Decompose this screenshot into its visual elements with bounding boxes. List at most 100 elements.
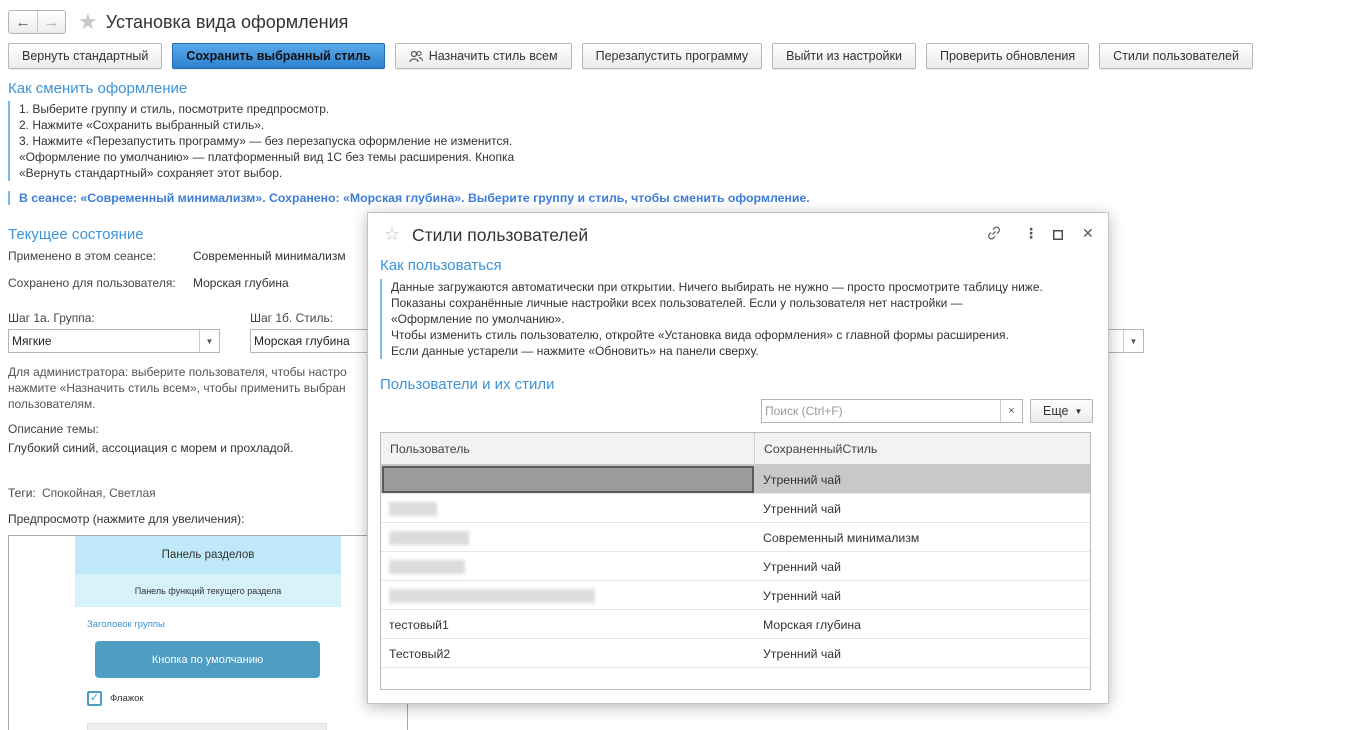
admin-note-line: нажмите «Назначить стиль всем», чтобы пр…: [8, 381, 346, 395]
save-style-label: Сохранить выбранный стиль: [186, 49, 371, 63]
theme-preview[interactable]: Панель разделов Панель функций текущего …: [8, 535, 408, 730]
redacted-user-name: [389, 530, 469, 545]
dialog-howto-line: Чтобы изменить стиль пользователю, откро…: [391, 328, 1009, 342]
dialog-title: Стили пользователей: [412, 225, 589, 245]
link-icon[interactable]: [986, 225, 1002, 244]
style-label: Шаг 1б. Стиль:: [250, 311, 334, 325]
howto-heading[interactable]: Как сменить оформление: [8, 80, 187, 97]
save-style-button[interactable]: Сохранить выбранный стиль: [172, 43, 385, 69]
chevron-down-icon: ▼: [1074, 406, 1083, 416]
style-cell[interactable]: Утренний чай: [755, 581, 841, 610]
forward-button[interactable]: →: [37, 11, 65, 33]
maximize-icon[interactable]: [1053, 227, 1063, 243]
check-updates-label: Проверить обновления: [939, 49, 1076, 63]
style-cell[interactable]: Морская глубина: [755, 610, 861, 639]
back-arrow-icon: ←: [15, 13, 31, 31]
more-actions-button[interactable]: Еще ▼: [1030, 399, 1094, 423]
redacted-user-name: [389, 559, 465, 574]
howto-text: 1. Выберите группу и стиль, посмотрите п…: [8, 101, 514, 181]
table-row[interactable]: Утренний чай: [381, 465, 1090, 494]
dropdown-arrow-icon[interactable]: ▼: [199, 330, 219, 352]
users-styles-table: Пользователь СохраненныйСтиль Утренний ч…: [380, 432, 1091, 690]
user-cell[interactable]: [381, 581, 755, 610]
preview-functions-panel: Панель функций текущего раздела: [75, 574, 341, 607]
howto-line: 2. Нажмите «Сохранить выбранный стиль».: [19, 118, 265, 132]
dropdown-arrow-icon[interactable]: ▼: [1123, 330, 1143, 352]
more-menu-icon[interactable]: ⋮: [1024, 225, 1038, 242]
dialog-howto-heading[interactable]: Как пользоваться: [380, 257, 502, 274]
current-state-heading[interactable]: Текущее состояние: [8, 226, 144, 243]
user-cell[interactable]: Тестовый2: [381, 639, 755, 668]
group-select-value: Мягкие: [12, 334, 52, 348]
users-styles-heading[interactable]: Пользователи и их стили: [380, 376, 555, 393]
table-row[interactable]: тестовый1 Морская глубина: [381, 610, 1090, 639]
user-cell[interactable]: [381, 523, 755, 552]
column-header-style[interactable]: СохраненныйСтиль: [755, 433, 1092, 465]
user-styles-label: Стили пользователей: [1113, 49, 1239, 63]
redacted-user-name: [389, 501, 437, 516]
style-select[interactable]: Морская глубина: [250, 329, 370, 353]
users-icon: [409, 50, 423, 62]
user-cell[interactable]: [381, 552, 755, 581]
clear-search-icon[interactable]: ×: [1000, 400, 1022, 422]
session-style-value: Современный минимализм: [193, 249, 346, 263]
dialog-howto-line: Данные загружаются автоматически при отк…: [391, 280, 1043, 294]
admin-note-line: пользователям.: [8, 397, 96, 411]
tags-label: Теги:: [8, 486, 36, 500]
style-cell[interactable]: Утренний чай: [755, 552, 841, 581]
admin-note: Для администратора: выберите пользовател…: [8, 364, 347, 412]
search-input[interactable]: Поиск (Ctrl+F) ×: [761, 399, 1023, 423]
column-header-user[interactable]: Пользователь: [381, 433, 755, 465]
preview-checkbox-icon: ✓: [87, 691, 102, 706]
table-row[interactable]: Современный минимализм: [381, 523, 1090, 552]
reset-default-button[interactable]: Вернуть стандартный: [8, 43, 163, 69]
preview-checkbox-label: Флажок: [110, 693, 144, 704]
close-icon[interactable]: ✕: [1082, 225, 1094, 242]
title-bar: ← → ★ Установка вида оформления: [8, 8, 348, 36]
style-cell[interactable]: Современный минимализм: [755, 523, 919, 552]
assign-all-button[interactable]: Назначить стиль всем: [394, 43, 572, 69]
table-row[interactable]: Утренний чай: [381, 494, 1090, 523]
back-button[interactable]: ←: [9, 11, 37, 33]
user-styles-dialog: ☆ Стили пользователей ⋮ ✕ Как пользовать…: [367, 212, 1109, 704]
style-select-value: Морская глубина: [254, 334, 350, 348]
favorite-star-icon[interactable]: ★: [78, 11, 98, 33]
check-updates-button[interactable]: Проверить обновления: [925, 43, 1090, 69]
table-row[interactable]: Утренний чай: [381, 581, 1090, 610]
admin-note-line: Для администратора: выберите пользовател…: [8, 365, 347, 379]
preview-sections-panel: Панель разделов: [75, 536, 341, 574]
preview-label: Предпросмотр (нажмите для увеличения):: [8, 512, 245, 526]
user-cell[interactable]: [381, 494, 755, 523]
group-label: Шаг 1а. Группа:: [8, 311, 95, 325]
command-bar: Вернуть стандартный Сохранить выбранный …: [8, 43, 1263, 69]
saved-style-label: Сохранено для пользователя:: [8, 276, 176, 290]
style-cell[interactable]: Утренний чай: [755, 639, 841, 668]
exit-settings-button[interactable]: Выйти из настройки: [772, 43, 916, 69]
session-note: В сеансе: «Современный минимализм». Сохр…: [8, 191, 810, 205]
user-styles-button[interactable]: Стили пользователей: [1099, 43, 1253, 69]
table-header: Пользователь СохраненныйСтиль: [381, 433, 1090, 465]
session-style-label: Применено в этом сеансе:: [8, 249, 157, 263]
howto-line: 1. Выберите группу и стиль, посмотрите п…: [19, 102, 330, 116]
dialog-howto-text: Данные загружаются автоматически при отк…: [380, 279, 1043, 359]
restart-button[interactable]: Перезапустить программу: [581, 43, 763, 69]
tags-value: Спокойная, Светлая: [42, 486, 156, 500]
search-placeholder: Поиск (Ctrl+F): [765, 404, 843, 418]
table-row[interactable]: Тестовый2 Утренний чай: [381, 639, 1090, 668]
saved-style-value: Морская глубина: [193, 276, 289, 290]
style-cell[interactable]: Утренний чай: [755, 494, 841, 523]
more-actions-label: Еще: [1043, 404, 1069, 418]
redacted-user-name: [389, 588, 595, 603]
group-select[interactable]: Мягкие ▼: [8, 329, 220, 353]
user-cell[interactable]: [382, 466, 754, 493]
dialog-howto-line: Показаны сохранённые личные настройки вс…: [391, 296, 963, 310]
dialog-favorite-icon[interactable]: ☆: [384, 224, 400, 245]
user-cell[interactable]: тестовый1: [381, 610, 755, 639]
reset-default-label: Вернуть стандартный: [22, 49, 149, 63]
style-cell[interactable]: Утренний чай: [755, 465, 841, 494]
nav-buttons: ← →: [8, 10, 66, 34]
assign-all-label: Назначить стиль всем: [428, 49, 558, 63]
table-row[interactable]: Утренний чай: [381, 552, 1090, 581]
howto-line: «Оформление по умолчанию» — платформенны…: [19, 150, 515, 164]
preview-body: Заголовок группы Кнопка по умолчанию ✓ Ф…: [75, 607, 341, 730]
